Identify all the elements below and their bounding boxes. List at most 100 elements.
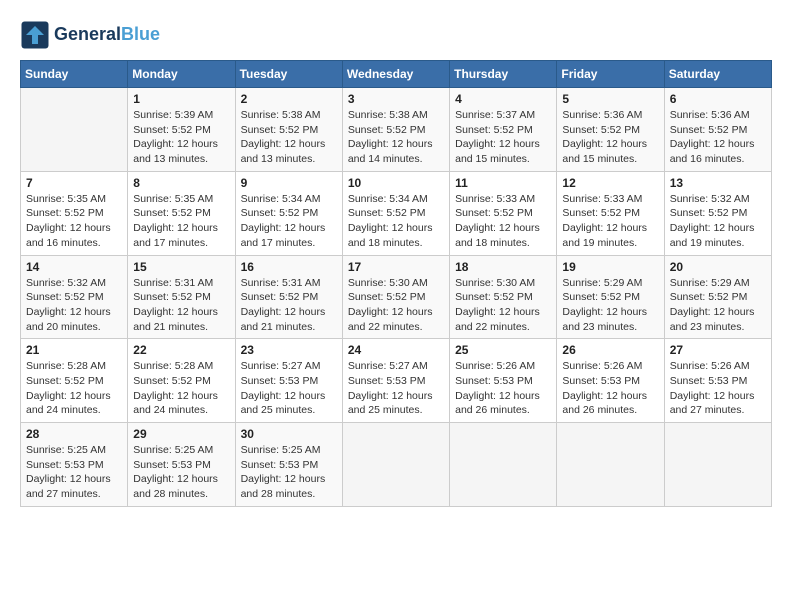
calendar-cell [342,423,449,507]
day-number: 22 [133,343,229,357]
day-number: 16 [241,260,337,274]
day-number: 28 [26,427,122,441]
day-info: Sunrise: 5:32 AM Sunset: 5:52 PM Dayligh… [26,276,122,335]
page-header: GeneralBlue [20,20,772,50]
calendar: SundayMondayTuesdayWednesdayThursdayFrid… [20,60,772,507]
day-info: Sunrise: 5:29 AM Sunset: 5:52 PM Dayligh… [670,276,766,335]
calendar-cell: 30Sunrise: 5:25 AM Sunset: 5:53 PM Dayli… [235,423,342,507]
calendar-cell: 10Sunrise: 5:34 AM Sunset: 5:52 PM Dayli… [342,171,449,255]
calendar-cell: 13 Sunrise: 5:32 AM Sunset: 5:52 PM Dayli… [664,171,771,255]
calendar-cell: 24 Sunrise: 5:27 AM Sunset: 5:53 PM Dayli… [342,339,449,423]
day-number: 12 [562,176,658,190]
day-number: 2 [241,92,337,106]
calendar-week-3: 14 Sunrise: 5:32 AM Sunset: 5:52 PM Dayli… [21,255,772,339]
day-info: Sunrise: 5:26 AM Sunset: 5:53 PM Dayligh… [455,359,551,418]
calendar-cell: 8 Sunrise: 5:35 AM Sunset: 5:52 PM Daylig… [128,171,235,255]
day-number: 21 [26,343,122,357]
day-info: Sunrise: 5:32 AM Sunset: 5:52 PM Dayligh… [670,192,766,251]
day-number: 19 [562,260,658,274]
day-number: 26 [562,343,658,357]
calendar-cell: 19 Sunrise: 5:29 AM Sunset: 5:52 PM Dayli… [557,255,664,339]
calendar-cell [664,423,771,507]
calendar-cell: 18 Sunrise: 5:30 AM Sunset: 5:52 PM Dayli… [450,255,557,339]
day-info: Sunrise: 5:29 AM Sunset: 5:52 PM Dayligh… [562,276,658,335]
calendar-body: 1 Sunrise: 5:39 AM Sunset: 5:52 PM Daylig… [21,88,772,507]
day-info: Sunrise: 5:27 AM Sunset: 5:53 PM Dayligh… [348,359,444,418]
day-info: Sunrise: 5:30 AM Sunset: 5:52 PM Dayligh… [348,276,444,335]
day-info: Sunrise: 5:26 AM Sunset: 5:53 PM Dayligh… [670,359,766,418]
calendar-cell: 17 Sunrise: 5:30 AM Sunset: 5:52 PM Dayli… [342,255,449,339]
calendar-week-1: 1 Sunrise: 5:39 AM Sunset: 5:52 PM Daylig… [21,88,772,172]
day-info: Sunrise: 5:25 AM Sunset: 5:53 PM Dayligh… [133,443,229,502]
day-number: 4 [455,92,551,106]
calendar-header-saturday: Saturday [664,61,771,88]
day-number: 7 [26,176,122,190]
calendar-week-2: 7 Sunrise: 5:35 AM Sunset: 5:52 PM Daylig… [21,171,772,255]
calendar-cell: 23 Sunrise: 5:27 AM Sunset: 5:53 PM Dayli… [235,339,342,423]
day-info: Sunrise: 5:35 AM Sunset: 5:52 PM Dayligh… [26,192,122,251]
calendar-cell: 16Sunrise: 5:31 AM Sunset: 5:52 PM Dayli… [235,255,342,339]
day-number: 29 [133,427,229,441]
calendar-header-tuesday: Tuesday [235,61,342,88]
calendar-cell: 1 Sunrise: 5:39 AM Sunset: 5:52 PM Daylig… [128,88,235,172]
day-info: Sunrise: 5:30 AM Sunset: 5:52 PM Dayligh… [455,276,551,335]
day-info: Sunrise: 5:38 AM Sunset: 5:52 PM Dayligh… [241,108,337,167]
day-number: 27 [670,343,766,357]
day-info: Sunrise: 5:35 AM Sunset: 5:52 PM Dayligh… [133,192,229,251]
day-info: Sunrise: 5:25 AM Sunset: 5:53 PM Dayligh… [241,443,337,502]
calendar-cell: 22 Sunrise: 5:28 AM Sunset: 5:52 PM Dayli… [128,339,235,423]
calendar-cell: 21 Sunrise: 5:28 AM Sunset: 5:52 PM Dayli… [21,339,128,423]
logo-icon [20,20,50,50]
calendar-header-thursday: Thursday [450,61,557,88]
calendar-week-5: 28 Sunrise: 5:25 AM Sunset: 5:53 PM Dayli… [21,423,772,507]
day-info: Sunrise: 5:26 AM Sunset: 5:53 PM Dayligh… [562,359,658,418]
day-info: Sunrise: 5:34 AM Sunset: 5:52 PM Dayligh… [348,192,444,251]
day-number: 8 [133,176,229,190]
day-number: 1 [133,92,229,106]
day-info: Sunrise: 5:34 AM Sunset: 5:52 PM Dayligh… [241,192,337,251]
logo-text: GeneralBlue [54,25,160,45]
day-number: 17 [348,260,444,274]
day-number: 23 [241,343,337,357]
day-number: 9 [241,176,337,190]
calendar-cell: 27 Sunrise: 5:26 AM Sunset: 5:53 PM Dayli… [664,339,771,423]
day-number: 6 [670,92,766,106]
calendar-cell: 29 Sunrise: 5:25 AM Sunset: 5:53 PM Dayli… [128,423,235,507]
day-number: 24 [348,343,444,357]
calendar-header-friday: Friday [557,61,664,88]
calendar-cell: 9 Sunrise: 5:34 AM Sunset: 5:52 PM Daylig… [235,171,342,255]
calendar-cell: 14 Sunrise: 5:32 AM Sunset: 5:52 PM Dayli… [21,255,128,339]
day-number: 13 [670,176,766,190]
calendar-cell: 6 Sunrise: 5:36 AM Sunset: 5:52 PM Daylig… [664,88,771,172]
calendar-cell: 28 Sunrise: 5:25 AM Sunset: 5:53 PM Dayli… [21,423,128,507]
calendar-cell: 26 Sunrise: 5:26 AM Sunset: 5:53 PM Dayli… [557,339,664,423]
day-info: Sunrise: 5:33 AM Sunset: 5:52 PM Dayligh… [562,192,658,251]
day-number: 20 [670,260,766,274]
day-number: 18 [455,260,551,274]
day-number: 14 [26,260,122,274]
day-info: Sunrise: 5:27 AM Sunset: 5:53 PM Dayligh… [241,359,337,418]
day-info: Sunrise: 5:31 AM Sunset: 5:52 PM Dayligh… [133,276,229,335]
day-number: 11 [455,176,551,190]
day-info: Sunrise: 5:38 AM Sunset: 5:52 PM Dayligh… [348,108,444,167]
day-number: 15 [133,260,229,274]
calendar-cell: 15 Sunrise: 5:31 AM Sunset: 5:52 PM Dayli… [128,255,235,339]
day-info: Sunrise: 5:39 AM Sunset: 5:52 PM Dayligh… [133,108,229,167]
calendar-cell: 4Sunrise: 5:37 AM Sunset: 5:52 PM Daylig… [450,88,557,172]
calendar-cell: 12 Sunrise: 5:33 AM Sunset: 5:52 PM Dayli… [557,171,664,255]
calendar-cell [557,423,664,507]
day-number: 25 [455,343,551,357]
calendar-header-row: SundayMondayTuesdayWednesdayThursdayFrid… [21,61,772,88]
calendar-header-sunday: Sunday [21,61,128,88]
day-info: Sunrise: 5:28 AM Sunset: 5:52 PM Dayligh… [133,359,229,418]
calendar-header-wednesday: Wednesday [342,61,449,88]
calendar-cell: 20 Sunrise: 5:29 AM Sunset: 5:52 PM Dayli… [664,255,771,339]
calendar-week-4: 21 Sunrise: 5:28 AM Sunset: 5:52 PM Dayli… [21,339,772,423]
calendar-cell [450,423,557,507]
day-number: 3 [348,92,444,106]
calendar-cell [21,88,128,172]
day-info: Sunrise: 5:25 AM Sunset: 5:53 PM Dayligh… [26,443,122,502]
day-info: Sunrise: 5:28 AM Sunset: 5:52 PM Dayligh… [26,359,122,418]
day-info: Sunrise: 5:36 AM Sunset: 5:52 PM Dayligh… [670,108,766,167]
calendar-cell: 3 Sunrise: 5:38 AM Sunset: 5:52 PM Daylig… [342,88,449,172]
